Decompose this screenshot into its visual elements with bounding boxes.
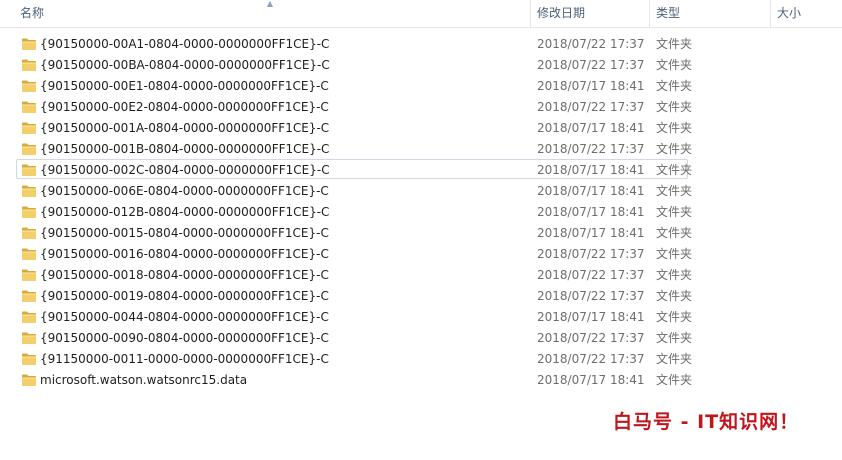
file-modified-date: 2018/07/22 17:37 bbox=[537, 37, 645, 51]
file-modified-date: 2018/07/17 18:41 bbox=[537, 163, 645, 177]
list-item[interactable]: microsoft.watson.watsonrc15.data 2018/07/… bbox=[16, 369, 692, 389]
folder-icon bbox=[21, 205, 37, 219]
list-item[interactable]: {90150000-006E-0804-0000-0000000FF1CE}-C… bbox=[16, 180, 692, 200]
list-item[interactable]: {90150000-0016-0804-0000-0000000FF1CE}-C… bbox=[16, 243, 692, 263]
file-modified-date: 2018/07/22 17:37 bbox=[537, 289, 645, 303]
folder-icon bbox=[21, 331, 37, 345]
file-name: {91150000-0011-0000-0000-0000000FF1CE}-C bbox=[40, 352, 329, 366]
list-item[interactable]: {91150000-0011-0000-0000-0000000FF1CE}-C… bbox=[16, 348, 692, 368]
folder-icon bbox=[21, 352, 37, 366]
folder-icon bbox=[21, 310, 37, 324]
file-modified-date: 2018/07/17 18:41 bbox=[537, 226, 645, 240]
file-modified-date: 2018/07/22 17:37 bbox=[537, 268, 645, 282]
file-modified-date: 2018/07/17 18:41 bbox=[537, 310, 645, 324]
folder-icon bbox=[21, 79, 37, 93]
file-modified-date: 2018/07/17 18:41 bbox=[537, 373, 645, 387]
list-item[interactable]: {90150000-00E1-0804-0000-0000000FF1CE}-C… bbox=[16, 75, 692, 95]
file-type: 文件夹 bbox=[656, 163, 693, 177]
file-modified-date: 2018/07/17 18:41 bbox=[537, 184, 645, 198]
file-name: {90150000-0016-0804-0000-0000000FF1CE}-C bbox=[40, 247, 329, 261]
file-type: 文件夹 bbox=[656, 121, 693, 135]
file-type: 文件夹 bbox=[656, 247, 693, 261]
file-modified-date: 2018/07/22 17:37 bbox=[537, 331, 645, 345]
file-name: {90150000-0019-0804-0000-0000000FF1CE}-C bbox=[40, 289, 329, 303]
file-type: 文件夹 bbox=[656, 352, 693, 366]
file-type: 文件夹 bbox=[656, 331, 693, 345]
list-item[interactable]: {90150000-0019-0804-0000-0000000FF1CE}-C… bbox=[16, 285, 692, 305]
file-type: 文件夹 bbox=[656, 226, 693, 240]
file-modified-date: 2018/07/22 17:37 bbox=[537, 100, 645, 114]
file-name: {90150000-0015-0804-0000-0000000FF1CE}-C bbox=[40, 226, 329, 240]
file-modified-date: 2018/07/17 18:41 bbox=[537, 79, 645, 93]
file-name: {90150000-0018-0804-0000-0000000FF1CE}-C bbox=[40, 268, 329, 282]
list-item[interactable]: {90150000-001A-0804-0000-0000000FF1CE}-C… bbox=[16, 117, 692, 137]
folder-icon bbox=[21, 37, 37, 51]
column-header-bar: 名称 ▲ 修改日期 类型 大小 bbox=[0, 0, 842, 28]
file-type: 文件夹 bbox=[656, 37, 693, 51]
file-name: {90150000-001B-0804-0000-0000000FF1CE}-C bbox=[40, 142, 330, 156]
file-name: {90150000-006E-0804-0000-0000000FF1CE}-C bbox=[40, 184, 329, 198]
folder-icon bbox=[21, 247, 37, 261]
list-item[interactable]: {90150000-0015-0804-0000-0000000FF1CE}-C… bbox=[16, 222, 692, 242]
file-type: 文件夹 bbox=[656, 373, 693, 387]
file-type: 文件夹 bbox=[656, 58, 693, 72]
file-modified-date: 2018/07/22 17:37 bbox=[537, 142, 645, 156]
folder-icon bbox=[21, 184, 37, 198]
file-modified-date: 2018/07/22 17:37 bbox=[537, 247, 645, 261]
file-modified-date: 2018/07/17 18:41 bbox=[537, 121, 645, 135]
list-item[interactable]: {90150000-0018-0804-0000-0000000FF1CE}-C… bbox=[16, 264, 692, 284]
file-name: {90150000-001A-0804-0000-0000000FF1CE}-C bbox=[40, 121, 330, 135]
file-type: 文件夹 bbox=[656, 142, 693, 156]
file-type: 文件夹 bbox=[656, 268, 693, 282]
list-item[interactable]: {90150000-002C-0804-0000-0000000FF1CE}-C… bbox=[16, 159, 692, 179]
folder-icon bbox=[21, 373, 37, 387]
watermark-text: 白马号 - IT知识网！ bbox=[613, 411, 800, 433]
list-item[interactable]: {90150000-00BA-0804-0000-0000000FF1CE}-C… bbox=[16, 54, 692, 74]
list-item[interactable]: {90150000-001B-0804-0000-0000000FF1CE}-C… bbox=[16, 138, 692, 158]
file-name: {90150000-0090-0804-0000-0000000FF1CE}-C bbox=[40, 331, 329, 345]
file-name: {90150000-012B-0804-0000-0000000FF1CE}-C bbox=[40, 205, 330, 219]
folder-icon bbox=[21, 100, 37, 114]
sort-ascending-icon: ▲ bbox=[266, 0, 274, 8]
folder-icon bbox=[21, 142, 37, 156]
file-type: 文件夹 bbox=[656, 289, 693, 303]
file-type: 文件夹 bbox=[656, 79, 693, 93]
file-name: {90150000-00BA-0804-0000-0000000FF1CE}-C bbox=[40, 58, 330, 72]
file-name: {90150000-00A1-0804-0000-0000000FF1CE}-C bbox=[40, 37, 330, 51]
list-item[interactable]: {90150000-012B-0804-0000-0000000FF1CE}-C… bbox=[16, 201, 692, 221]
column-header-type[interactable]: 类型 bbox=[649, 0, 770, 27]
file-name: {90150000-00E2-0804-0000-0000000FF1CE}-C bbox=[40, 100, 329, 114]
file-name: {90150000-002C-0804-0000-0000000FF1CE}-C bbox=[40, 163, 330, 177]
column-header-size[interactable]: 大小 bbox=[770, 0, 842, 27]
list-item[interactable]: {90150000-00E2-0804-0000-0000000FF1CE}-C… bbox=[16, 96, 692, 116]
folder-icon bbox=[21, 163, 37, 177]
folder-icon bbox=[21, 58, 37, 72]
file-name: {90150000-00E1-0804-0000-0000000FF1CE}-C bbox=[40, 79, 329, 93]
file-modified-date: 2018/07/17 18:41 bbox=[537, 205, 645, 219]
column-header-modified[interactable]: 修改日期 bbox=[530, 0, 649, 27]
folder-icon bbox=[21, 226, 37, 240]
file-type: 文件夹 bbox=[656, 184, 693, 198]
folder-icon bbox=[21, 121, 37, 135]
folder-icon bbox=[21, 289, 37, 303]
file-type: 文件夹 bbox=[656, 100, 693, 114]
file-modified-date: 2018/07/22 17:37 bbox=[537, 58, 645, 72]
file-type: 文件夹 bbox=[656, 310, 693, 324]
list-item[interactable]: {90150000-0090-0804-0000-0000000FF1CE}-C… bbox=[16, 327, 692, 347]
folder-icon bbox=[21, 268, 37, 282]
list-item[interactable]: {90150000-0044-0804-0000-0000000FF1CE}-C… bbox=[16, 306, 692, 326]
file-name: {90150000-0044-0804-0000-0000000FF1CE}-C bbox=[40, 310, 329, 324]
file-name: microsoft.watson.watsonrc15.data bbox=[40, 373, 248, 387]
file-type: 文件夹 bbox=[656, 205, 693, 219]
list-item[interactable]: {90150000-00A1-0804-0000-0000000FF1CE}-C… bbox=[16, 33, 692, 53]
file-modified-date: 2018/07/22 17:37 bbox=[537, 352, 645, 366]
